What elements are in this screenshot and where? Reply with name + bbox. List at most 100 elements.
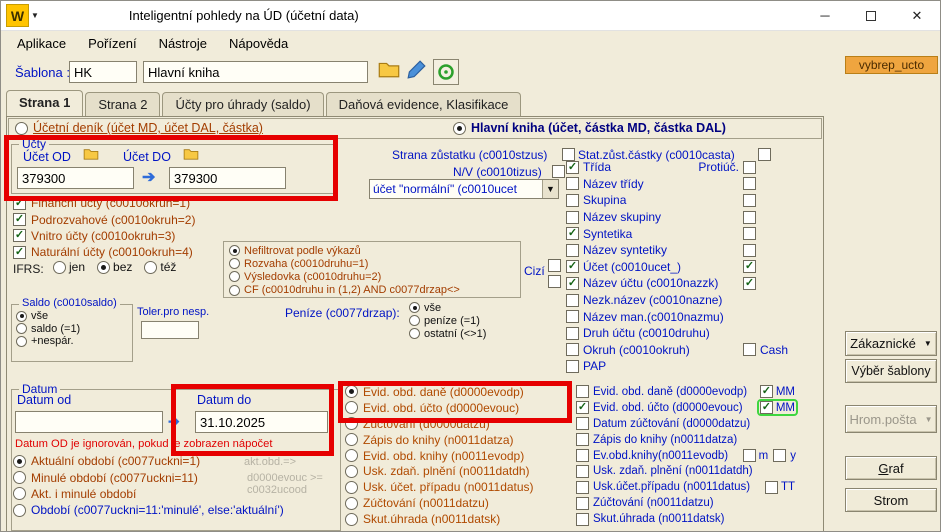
column-checkbox[interactable] <box>566 294 579 307</box>
tab[interactable]: Strana 2 <box>85 92 160 117</box>
date-from-input[interactable] <box>15 411 163 433</box>
column-checkbox[interactable] <box>566 194 579 207</box>
column-checkbox[interactable] <box>566 360 579 373</box>
date-column-checkbox[interactable] <box>576 433 589 446</box>
app-logo-icon[interactable]: W <box>6 4 29 27</box>
column-secondary-checkbox[interactable] <box>743 194 756 207</box>
date-column-checkbox[interactable] <box>576 385 589 398</box>
denik-radio[interactable] <box>15 122 28 135</box>
bulk-mail-button[interactable]: Hrom.pošta ▼ <box>845 405 937 433</box>
column-secondary-checkbox[interactable] <box>743 177 756 190</box>
stat-balance-checkbox[interactable] <box>758 148 771 161</box>
date-type-radio[interactable] <box>345 433 358 446</box>
date-column-checkbox[interactable] <box>576 417 589 430</box>
column-secondary-checkbox[interactable] <box>743 260 756 273</box>
nv-checkbox[interactable] <box>552 165 565 178</box>
tree-button[interactable]: Strom <box>845 488 937 512</box>
menu-item[interactable]: Nápověda <box>219 33 298 54</box>
date-column-checkbox[interactable] <box>576 465 589 478</box>
okruh-checkbox[interactable] <box>13 229 26 242</box>
date-format-checkbox[interactable] <box>743 449 756 462</box>
date-type-radio[interactable] <box>345 449 358 462</box>
folder-icon[interactable] <box>183 148 199 163</box>
date-type-radio[interactable] <box>345 401 358 414</box>
okruh-checkbox[interactable] <box>13 197 26 210</box>
money-radio[interactable] <box>409 302 420 313</box>
date-column-checkbox[interactable] <box>576 513 589 526</box>
statement-radio[interactable] <box>229 285 240 296</box>
column-checkbox[interactable] <box>566 211 579 224</box>
statement-radio[interactable] <box>229 245 240 256</box>
column-checkbox[interactable] <box>566 327 579 340</box>
chevron-down-icon[interactable]: ▼ <box>542 180 558 198</box>
saldo-radio[interactable] <box>16 336 27 347</box>
open-folder-icon[interactable] <box>378 61 400 81</box>
date-type-radio[interactable] <box>345 481 358 494</box>
statement-radio[interactable] <box>229 258 240 269</box>
minimize-button[interactable]: ─ <box>802 1 848 30</box>
edit-pencil-icon[interactable] <box>407 60 426 82</box>
date-to-input[interactable] <box>195 411 328 433</box>
date-type-radio[interactable] <box>345 465 358 478</box>
date-format-checkbox-2[interactable] <box>773 449 786 462</box>
period-radio[interactable] <box>13 455 26 468</box>
column-checkbox[interactable] <box>566 244 579 257</box>
period-radio[interactable] <box>13 471 26 484</box>
date-format-checkbox[interactable] <box>760 401 773 414</box>
maximize-button[interactable] <box>848 1 894 30</box>
foreign-checkbox-2[interactable] <box>548 275 561 288</box>
date-column-checkbox[interactable] <box>576 481 589 494</box>
column-secondary-checkbox[interactable] <box>743 244 756 257</box>
kniha-radio[interactable] <box>453 122 466 135</box>
date-type-radio[interactable] <box>345 417 358 430</box>
okruh-checkbox[interactable] <box>13 213 26 226</box>
okruh-checkbox[interactable] <box>13 246 26 259</box>
column-checkbox[interactable] <box>566 310 579 323</box>
column-checkbox[interactable] <box>566 260 579 273</box>
money-radio[interactable] <box>409 315 420 326</box>
menu-item[interactable]: Nástroje <box>149 33 217 54</box>
customer-views-button[interactable]: Zákaznické ▼ <box>845 331 937 356</box>
saldo-radio[interactable] <box>16 311 27 322</box>
column-checkbox[interactable] <box>566 177 579 190</box>
column-secondary-checkbox[interactable] <box>743 343 756 356</box>
column-checkbox[interactable] <box>566 227 579 240</box>
tab[interactable]: Strana 1 <box>6 90 83 117</box>
ifrs-radio[interactable] <box>144 261 157 274</box>
column-secondary-checkbox[interactable] <box>743 227 756 240</box>
column-secondary-checkbox[interactable] <box>743 161 756 174</box>
date-column-checkbox[interactable] <box>576 401 589 414</box>
date-column-checkbox[interactable] <box>576 449 589 462</box>
ifrs-radio[interactable] <box>53 261 66 274</box>
logo-caret-icon[interactable]: ▼ <box>31 11 39 20</box>
foreign-checkbox-1[interactable] <box>548 259 561 272</box>
folder-icon[interactable] <box>83 148 99 163</box>
template-select-button[interactable]: Výběr šablony <box>845 359 937 383</box>
period-radio[interactable] <box>13 504 26 517</box>
date-type-radio[interactable] <box>345 513 358 526</box>
statement-radio[interactable] <box>229 271 240 282</box>
template-name-input[interactable] <box>143 61 368 83</box>
account-from-input[interactable] <box>17 167 134 189</box>
target-button[interactable] <box>433 59 459 85</box>
money-radio[interactable] <box>409 328 420 339</box>
tab[interactable]: Daňová evidence, Klasifikace <box>326 92 522 117</box>
graph-button[interactable]: Graf <box>845 456 937 480</box>
period-radio[interactable] <box>13 487 26 500</box>
date-column-checkbox[interactable] <box>576 497 589 510</box>
column-checkbox[interactable] <box>566 161 579 174</box>
tab[interactable]: Účty pro úhrady (saldo) <box>162 92 323 117</box>
saldo-radio[interactable] <box>16 323 27 334</box>
menu-item[interactable]: Aplikace <box>7 33 76 54</box>
template-code-input[interactable] <box>69 61 137 83</box>
column-secondary-checkbox[interactable] <box>743 277 756 290</box>
ifrs-radio[interactable] <box>97 261 110 274</box>
close-button[interactable]: ✕ <box>894 1 940 30</box>
date-format-checkbox[interactable] <box>760 385 773 398</box>
date-type-radio[interactable] <box>345 385 358 398</box>
account-to-input[interactable] <box>169 167 286 189</box>
column-checkbox[interactable] <box>566 277 579 290</box>
account-type-dropdown[interactable]: účet "normální" (c0010ucet ▼ <box>369 179 559 199</box>
column-checkbox[interactable] <box>566 343 579 356</box>
tolerance-input[interactable] <box>141 321 199 339</box>
